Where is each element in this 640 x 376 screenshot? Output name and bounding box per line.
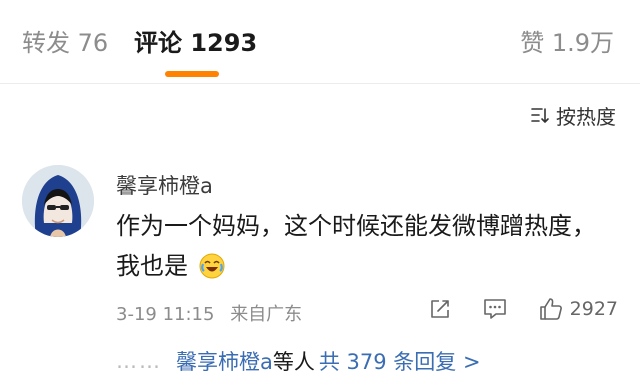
sort-icon (531, 108, 549, 123)
comment-date: 3-19 11:15 (116, 304, 215, 325)
thumbs-up-icon (539, 298, 562, 320)
sort-label: 按热度 (556, 104, 616, 129)
active-tab-indicator (165, 71, 219, 77)
avatar-illustration (22, 165, 94, 237)
like-button[interactable]: 2927 (538, 296, 618, 322)
sort-button[interactable]: 按热度 (530, 100, 616, 130)
tab-repost[interactable]: 转发 76 (22, 26, 108, 60)
replies-count: 共 379 条回复 > (318, 350, 481, 374)
tab-comment[interactable]: 评论 1293 (134, 26, 257, 60)
repost-button[interactable] (428, 297, 452, 321)
reply-button[interactable] (482, 297, 508, 321)
comment-tabs: 转发 76 评论 1293 赞 1.9万 (0, 0, 640, 84)
comment-text-line1: 作为一个妈妈，这个时候还能发微博蹭热度， (116, 212, 596, 240)
comment-text-line2-text: 我也是 (116, 252, 188, 280)
comment-source: 来自广东 (230, 304, 303, 325)
comment-text-line2: 我也是 (116, 246, 616, 292)
comment-item: 馨享柿橙a 作为一个妈妈，这个时候还能发微博蹭热度， 我也是 3-19 11:1… (0, 150, 640, 374)
comment-text: 作为一个妈妈，这个时候还能发微博蹭热度， 我也是 (116, 206, 616, 292)
comment-actions: 2927 (398, 296, 618, 322)
like-count: 2927 (569, 298, 618, 320)
replies-ellipsis: …… (116, 349, 162, 373)
replies-username: 馨享柿橙a (176, 350, 273, 374)
replies-suffix: 等人 (272, 350, 315, 374)
tabs-divider (0, 83, 640, 84)
tab-like[interactable]: 赞 1.9万 (520, 26, 614, 60)
avatar[interactable] (22, 165, 94, 237)
laughing-crying-emoji-icon (198, 252, 226, 292)
comment-icon (483, 299, 506, 319)
comment-username[interactable]: 馨享柿橙a (116, 170, 213, 200)
share-icon (430, 300, 449, 318)
view-replies-link[interactable]: …… 馨享柿橙a 等人 共 379 条回复 > (116, 347, 481, 375)
comment-meta: 3-19 11:15 来自广东 (116, 300, 312, 326)
